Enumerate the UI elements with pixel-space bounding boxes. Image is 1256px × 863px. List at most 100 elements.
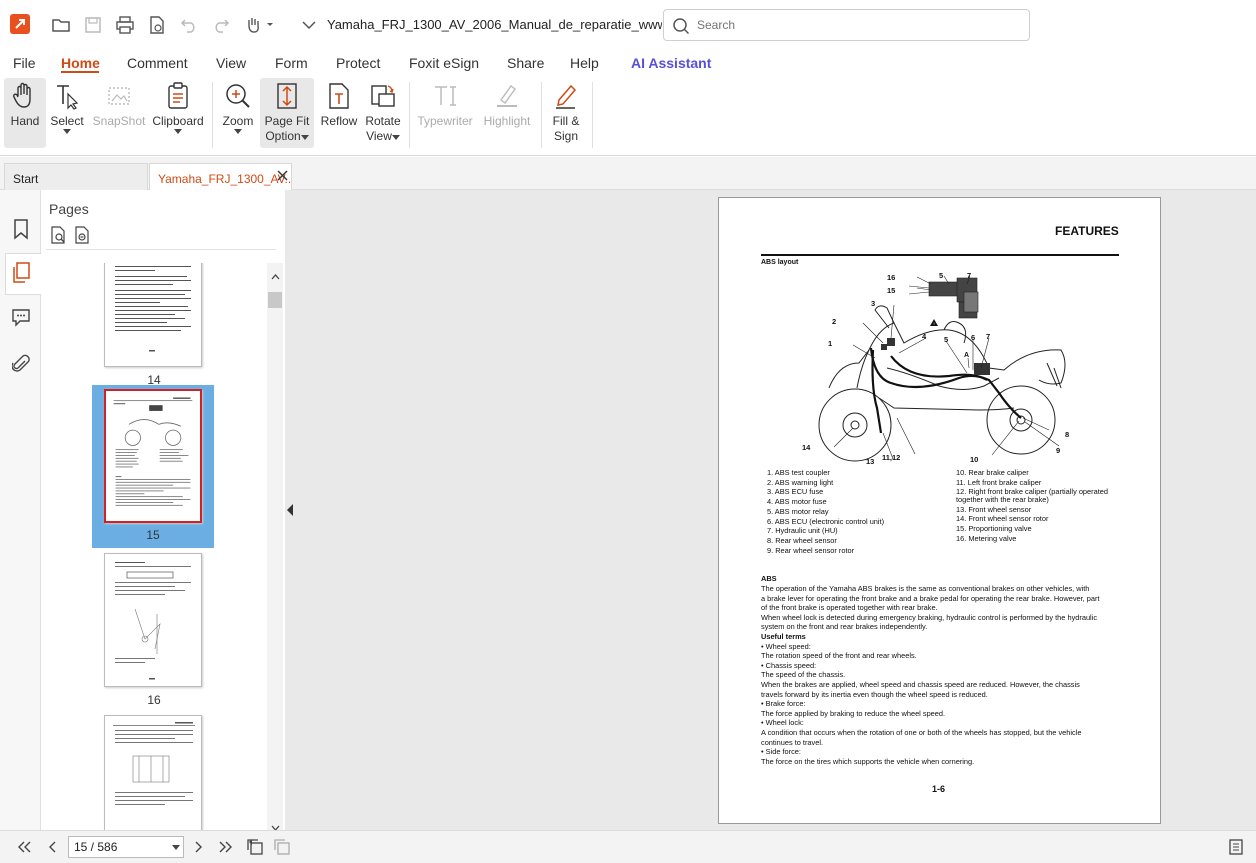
attachments-icon[interactable] [8,351,34,377]
previous-page-icon[interactable] [43,837,63,857]
last-page-icon[interactable] [216,837,236,857]
zoom-button[interactable]: Zoom [219,78,257,148]
page-number-value: 15 / 586 [74,840,118,854]
page-fit-label: Page Fit [264,114,310,128]
diagram-callout: 10 [970,455,979,464]
page-thumbnail-15-selected[interactable]: 15 [92,385,214,548]
rotate-dropdown-icon [391,135,400,140]
page-thumbnail-16[interactable]: 16 [93,553,215,713]
figure-title: ABS layout [761,259,799,266]
menu-help[interactable]: Help [570,55,599,71]
page-options-icon[interactable] [72,225,92,245]
ribbon-separator [212,82,213,148]
body-line: When wheel lock is detected during emerg… [761,612,1098,622]
term-line: When the brakes are applied, wheel speed… [761,680,1080,689]
term-line: The speed of the chassis. [761,670,846,680]
page-thumbnail-next[interactable] [93,715,215,830]
reflow-button[interactable]: Reflow [318,78,360,148]
menu-share[interactable]: Share [507,55,544,71]
clipboard-button[interactable]: Clipboard [150,78,206,148]
title-bar: Yamaha_FRJ_1300_AV_2006_Manual_de_repara… [0,0,1256,50]
diagram-callout: 1 [828,339,833,348]
term-line: • Wheel speed: [761,641,811,651]
menu-bar: File Home Comment View Form Protect Foxi… [0,50,1256,76]
tab-start[interactable]: Start [4,163,148,190]
diagram-callout: 3 [871,299,876,308]
pages-panel-icon[interactable] [8,260,34,286]
panel-collapse-handle[interactable] [285,190,297,830]
menu-form[interactable]: Form [275,55,308,71]
close-tab-icon[interactable] [277,170,288,184]
insert-page-icon[interactable] [48,225,68,245]
snapshot-button: SnapShot [91,78,147,148]
legend-item: 3. ABS ECU fuse [767,487,824,497]
legend-item: 8. Rear wheel sensor [767,535,837,545]
clipboard-label: Clipboard [152,114,204,128]
thumbnail-image [104,263,202,367]
zoom-label: Zoom [222,114,254,128]
hand-label: Hand [10,114,40,128]
snapshot-label: SnapShot [92,114,146,128]
page-fit-option-button[interactable]: Page Fit Option [260,78,314,148]
menu-foxit-esign[interactable]: Foxit eSign [409,55,479,71]
hand-tool-dropdown-icon[interactable] [243,13,277,37]
menu-view[interactable]: View [216,55,246,71]
ribbon-separator [409,82,410,148]
print-icon[interactable] [113,13,137,37]
menu-protect[interactable]: Protect [336,55,380,71]
page-layout-icon[interactable] [1226,837,1246,857]
scroll-up-icon[interactable] [271,268,280,283]
save-icon [81,13,105,37]
fill-and-sign-button[interactable]: Fill & Sign [547,78,585,148]
document-view[interactable]: FEATURES ABS layout ! 16 5 7 15 3 2 4 1 … [297,190,1256,830]
select-dropdown-icon [63,129,71,134]
term-line: travels forward by its inertia even thou… [761,689,988,699]
rotate-label: Rotate [365,114,401,128]
open-folder-icon[interactable] [49,13,73,37]
highlight-icon [492,78,522,114]
menu-file[interactable]: File [13,55,36,71]
term-line: • Brake force: [761,699,806,709]
legend-item: 4. ABS motor fuse [767,497,827,507]
rotate-view-button[interactable]: Rotate View [363,78,403,148]
term-line: continues to travel. [761,737,824,747]
previous-view-icon[interactable] [245,837,265,857]
term-line: • Side force: [761,747,801,757]
diagram-callout: 5 [939,271,944,280]
quick-access-dropdown-icon[interactable] [297,13,321,37]
diagram-callout: 14 [802,443,811,452]
search-icon [672,17,690,35]
snapshot-icon [104,78,134,114]
thumbnail-scrollbar[interactable] [267,263,283,831]
thumbnail-page-number: 15 [146,528,160,542]
document-tab-bar: Start Yamaha_FRJ_1300_AV... [0,157,1256,190]
legend-item: 2. ABS warning light [767,477,834,487]
bookmarks-icon[interactable] [8,216,34,242]
menu-comment[interactable]: Comment [127,55,188,71]
term-line: • Chassis speed: [761,660,817,670]
next-page-icon[interactable] [188,837,208,857]
page-number-field[interactable]: 15 / 586 [68,836,184,858]
menu-home[interactable]: Home [61,55,100,71]
search-input[interactable] [697,18,1017,32]
page-header: FEATURES [1055,224,1119,238]
page-dropdown-icon[interactable] [172,845,180,850]
page-thumbnail-14[interactable]: 14 [93,263,215,393]
section-title: ABS [761,574,777,583]
tab-document[interactable]: Yamaha_FRJ_1300_AV... [149,163,292,190]
status-bar: 15 / 586 [0,830,1256,863]
body-line: The operation of the Yamaha ABS brakes i… [761,584,1090,593]
diagram-callout: 9 [1056,446,1061,455]
select-button[interactable]: Select [49,78,85,148]
menu-ai-assistant[interactable]: AI Assistant [631,55,711,71]
select-label: Select [50,114,84,128]
reflow-icon [324,78,354,114]
first-page-icon[interactable] [14,837,34,857]
search-box[interactable] [663,9,1030,41]
document-properties-icon[interactable] [145,13,169,37]
comments-icon[interactable] [8,304,34,330]
hand-button[interactable]: Hand [4,78,46,148]
scroll-thumb[interactable] [268,292,282,308]
term-line: The rotation speed of the front and rear… [761,651,917,661]
sign-label: Sign [553,129,579,143]
